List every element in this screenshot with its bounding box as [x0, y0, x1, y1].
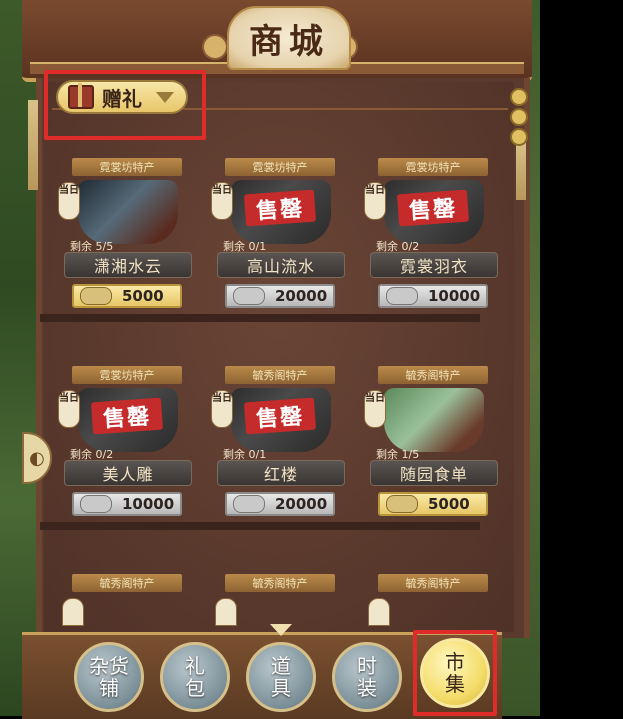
price-button[interactable]: 5000 [378, 492, 488, 516]
highlight-box [413, 630, 497, 716]
daily-tag: 当日 [211, 182, 233, 220]
nav-label: 礼 [185, 654, 205, 678]
chevron-icon: ◐ [29, 447, 45, 469]
item-price: 5000 [122, 287, 164, 305]
item-name: 潇湘水云 [64, 252, 192, 278]
item-origin: 毓秀阁特产 [225, 366, 335, 384]
nav-label: 道 [271, 654, 291, 678]
coin-icon [386, 287, 418, 305]
ornament-icon [202, 34, 228, 60]
nav-label: 包 [185, 676, 205, 700]
price-button[interactable]: 20000 [225, 284, 335, 308]
coin-icon [233, 287, 265, 305]
item-origin: 毓秀阁特产 [225, 574, 335, 592]
coin-icon [80, 287, 112, 305]
item-name: 高山流水 [217, 252, 345, 278]
soldout-stamp: 售罄 [396, 189, 470, 227]
nav-items[interactable]: 道 具 [246, 642, 316, 712]
nav-label: 杂货 [89, 654, 129, 678]
item-price: 10000 [122, 495, 175, 513]
item-price: 20000 [275, 495, 328, 513]
coin-icon [386, 495, 418, 513]
price-button[interactable]: 20000 [225, 492, 335, 516]
daily-tag: 当日 [364, 182, 386, 220]
item-price: 10000 [428, 287, 481, 305]
item-image [384, 388, 484, 452]
coin-string [510, 88, 528, 148]
item-price: 20000 [275, 287, 328, 305]
price-button[interactable]: 10000 [72, 492, 182, 516]
item-name: 随园食单 [370, 460, 498, 486]
tassel [516, 140, 526, 200]
chevron-down-icon[interactable] [270, 624, 292, 636]
item-name: 霓裳羽衣 [370, 252, 498, 278]
soldout-stamp: 售罄 [243, 189, 317, 227]
price-button[interactable]: 10000 [378, 284, 488, 308]
coin-icon [80, 495, 112, 513]
nav-label: 装 [357, 676, 377, 700]
letterbox-right [540, 0, 623, 716]
price-button[interactable]: 5000 [72, 284, 182, 308]
item-origin: 毓秀阁特产 [378, 366, 488, 384]
daily-tag [62, 598, 84, 626]
nav-label: 具 [271, 676, 291, 700]
title-plaque: 商城 [227, 6, 351, 70]
daily-tag [215, 598, 237, 626]
nav-label: 铺 [99, 676, 119, 700]
tassel [28, 100, 38, 190]
item-origin: 霓裳坊特产 [72, 366, 182, 384]
item-price: 5000 [428, 495, 470, 513]
item-origin: 霓裳坊特产 [225, 158, 335, 176]
item-origin: 霓裳坊特产 [72, 158, 182, 176]
daily-tag: 当日 [364, 390, 386, 428]
nav-fashion[interactable]: 时 装 [332, 642, 402, 712]
daily-tag: 当日 [58, 390, 80, 428]
item-origin: 毓秀阁特产 [72, 574, 182, 592]
daily-tag: 当日 [211, 390, 233, 428]
item-name: 红楼 [217, 460, 345, 486]
shelf [40, 314, 480, 322]
item-name: 美人雕 [64, 460, 192, 486]
item-image [78, 180, 178, 244]
daily-tag: 当日 [58, 182, 80, 220]
item-origin: 霓裳坊特产 [378, 158, 488, 176]
nav-label: 时 [357, 654, 377, 678]
coin-icon [233, 495, 265, 513]
soldout-stamp: 售罄 [243, 397, 317, 435]
nav-gift-pack[interactable]: 礼 包 [160, 642, 230, 712]
nav-general-store[interactable]: 杂货 铺 [74, 642, 144, 712]
highlight-box [44, 70, 206, 140]
soldout-stamp: 售罄 [90, 397, 164, 435]
page-title: 商城 [249, 21, 329, 62]
daily-tag [368, 598, 390, 626]
item-origin: 毓秀阁特产 [378, 574, 488, 592]
shelf [40, 522, 480, 530]
